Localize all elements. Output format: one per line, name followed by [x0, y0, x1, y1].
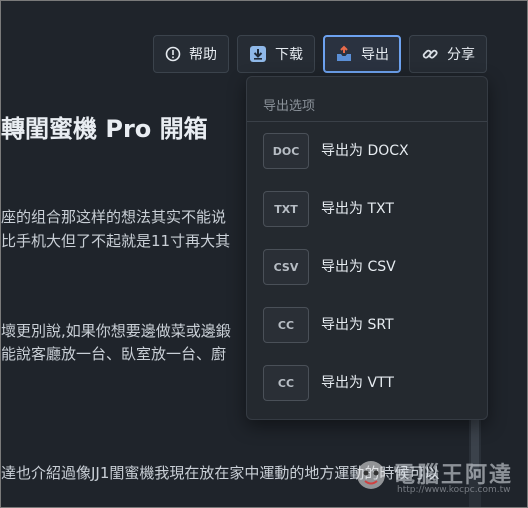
- share-button-label: 分享: [447, 47, 475, 63]
- csv-file-icon: CSV: [263, 249, 309, 285]
- export-txt-item[interactable]: TXT 导出为 TXT: [247, 183, 487, 235]
- export-button-label: 导出: [361, 47, 389, 63]
- menu-item-label: 导出为 CSV: [321, 259, 396, 275]
- paragraph-line: 壞更別說,如果你想要邊做菜或邊鍛: [1, 322, 231, 340]
- paragraph-line: 座的组合那这样的想法其实不能说: [1, 208, 227, 226]
- share-button[interactable]: 分享: [409, 35, 487, 73]
- export-button[interactable]: 导出: [323, 35, 401, 73]
- menu-item-label: 导出为 VTT: [321, 375, 394, 391]
- menu-item-label: 导出为 DOCX: [321, 143, 409, 159]
- export-options-menu: 导出选项 DOC 导出为 DOCX TXT 导出为 TXT CSV 导出为 CS…: [246, 76, 488, 420]
- paragraph-line: 能說客廳放一台、臥室放一台、廚: [1, 345, 227, 363]
- help-icon: [165, 46, 181, 62]
- mascot-logo-icon: [357, 461, 385, 489]
- watermark-url: http://www.kocpc.com.tw: [397, 485, 511, 495]
- export-srt-item[interactable]: CC 导出为 SRT: [247, 299, 487, 351]
- export-csv-item[interactable]: CSV 导出为 CSV: [247, 241, 487, 293]
- export-docx-item[interactable]: DOC 导出为 DOCX: [247, 125, 487, 177]
- txt-file-icon: TXT: [263, 191, 309, 227]
- menu-divider: [247, 121, 487, 122]
- doc-file-icon: DOC: [263, 133, 309, 169]
- caption-file-icon: CC: [263, 307, 309, 343]
- download-button-label: 下载: [275, 47, 303, 63]
- link-icon: [421, 45, 439, 63]
- site-watermark: 電腦王阿達 http://www.kocpc.com.tw: [353, 453, 523, 503]
- download-button[interactable]: 下载: [237, 35, 315, 73]
- app-window: 轉閨蜜機 Pro 開箱 座的组合那这样的想法其实不能说 比手机大但了不起就是11…: [0, 0, 528, 508]
- export-menu-header: 导出选项: [263, 99, 316, 114]
- download-icon: [249, 45, 267, 63]
- export-tray-icon: [335, 45, 353, 63]
- document-title: 轉閨蜜機 Pro 開箱: [1, 115, 208, 143]
- paragraph-line: 比手机大但了不起就是11寸再大其: [1, 232, 231, 250]
- menu-item-label: 导出为 SRT: [321, 317, 394, 333]
- help-button[interactable]: 帮助: [153, 35, 229, 73]
- export-vtt-item[interactable]: CC 导出为 VTT: [247, 357, 487, 409]
- caption-file-icon: CC: [263, 365, 309, 401]
- menu-item-label: 导出为 TXT: [321, 201, 394, 217]
- help-button-label: 帮助: [189, 47, 217, 63]
